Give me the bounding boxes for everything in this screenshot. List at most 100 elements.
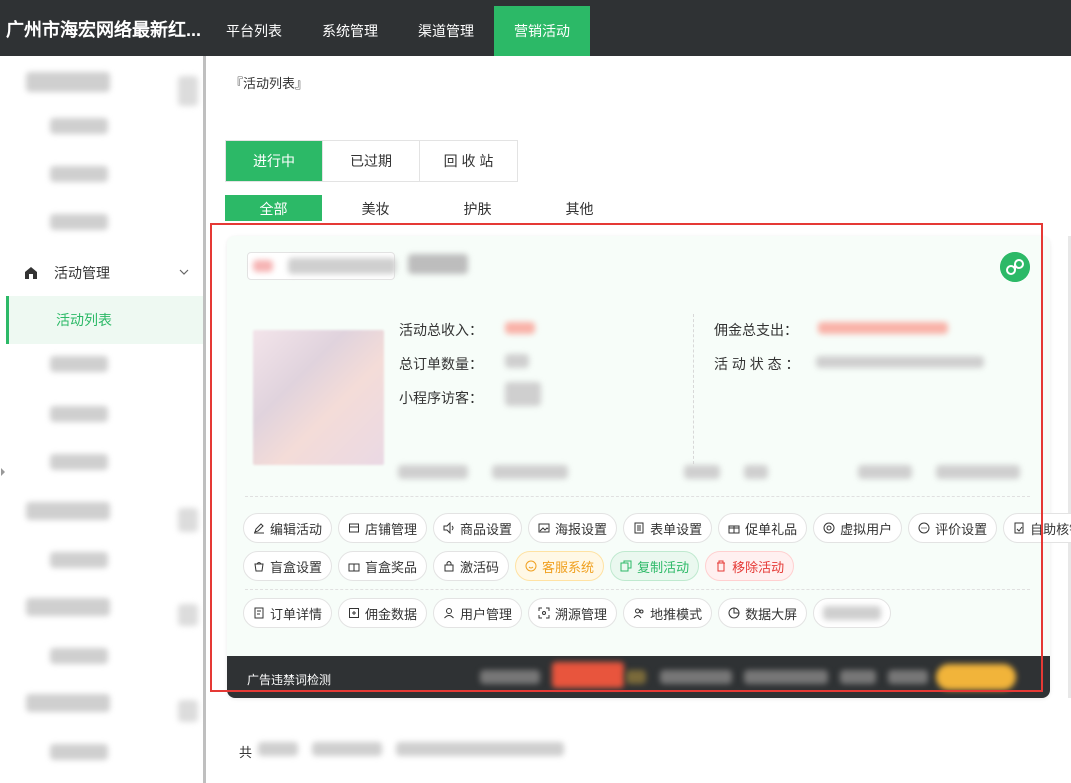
nav-platform-list[interactable]: 平台列表 <box>206 6 302 56</box>
sidebar-item-blurred <box>178 76 198 106</box>
button-label: 客服系统 <box>542 559 595 575</box>
image-icon <box>538 523 550 533</box>
detection-blurred <box>626 670 646 684</box>
store-icon <box>349 523 360 533</box>
form-settings-button[interactable]: 表单设置 <box>623 513 713 543</box>
detection-blurred <box>840 670 876 684</box>
sidebar-item-blurred[interactable] <box>26 694 110 712</box>
button-label: 编辑活动 <box>270 521 323 537</box>
sidebar-item-blurred[interactable] <box>26 598 110 616</box>
sidebar-item-blurred[interactable] <box>50 744 108 760</box>
total-orders-label: 总订单数量： <box>399 356 483 372</box>
action-row-3: 订单详情 佣金数据 用户管理 溯源管理 地推模式 数据大屏 <box>243 598 897 628</box>
sidebar-item-blurred[interactable] <box>50 356 108 372</box>
order-gift-button[interactable]: 促单礼品 <box>718 513 808 543</box>
detection-blurred <box>660 670 732 684</box>
action-row-2: 盲盒设置 盲盒奖品 激活码 客服系统 复制活动 移除活动 <box>243 551 800 581</box>
activity-status-value <box>816 356 984 368</box>
smile-icon <box>525 560 537 572</box>
tab-in-progress[interactable]: 进行中 <box>226 141 323 181</box>
detection-button-blurred[interactable] <box>936 664 1016 690</box>
button-label: 促单礼品 <box>745 521 798 537</box>
edit-icon <box>254 523 264 534</box>
self-verification-button[interactable]: 自助核销 <box>1003 513 1071 543</box>
edit-activity-button[interactable]: 编辑活动 <box>243 513 333 543</box>
total-orders-value <box>505 354 529 368</box>
button-label: 盲盒奖品 <box>365 559 418 575</box>
category-makeup[interactable]: 美妆 <box>327 195 424 221</box>
category-skincare[interactable]: 护肤 <box>429 195 526 221</box>
button-label: 盲盒设置 <box>270 559 323 575</box>
verify-icon <box>1014 522 1024 534</box>
detection-blurred <box>888 670 928 684</box>
order-details-button[interactable]: 订单详情 <box>243 598 333 628</box>
pagination-blurred[interactable] <box>396 742 564 756</box>
copy-icon <box>620 560 632 572</box>
tab-expired[interactable]: 已过期 <box>323 141 420 181</box>
total-revenue-value <box>505 322 535 334</box>
blind-box-settings-button[interactable]: 盲盒设置 <box>243 551 333 581</box>
sidebar-item-blurred[interactable] <box>50 454 108 470</box>
form-icon <box>634 522 644 534</box>
sidebar-item-blurred[interactable] <box>26 72 110 92</box>
sidebar-group-label: 活动管理 <box>54 265 110 281</box>
commission-data-button[interactable]: 佣金数据 <box>338 598 428 628</box>
info-blurred <box>492 465 568 479</box>
breadcrumb-bar: 『活动列表』 <box>206 56 1071 106</box>
product-settings-button[interactable]: 商品设置 <box>433 513 523 543</box>
remove-activity-button[interactable]: 移除活动 <box>705 551 795 581</box>
tab-recycle-bin[interactable]: 回 收 站 <box>420 141 517 181</box>
poster-settings-button[interactable]: 海报设置 <box>528 513 618 543</box>
info-blurred <box>684 465 720 479</box>
activity-thumbnail[interactable] <box>253 330 384 465</box>
sidebar-item-blurred[interactable] <box>50 118 108 134</box>
blurred-action-button[interactable] <box>813 598 892 628</box>
sidebar-item-blurred[interactable] <box>50 214 108 230</box>
traceability-management-button[interactable]: 溯源管理 <box>528 598 618 628</box>
mini-program-icon[interactable] <box>1000 252 1030 282</box>
gift-icon <box>728 525 740 534</box>
category-tabs: 全部 美妆 护肤 其他 <box>225 195 633 221</box>
nav-marketing-activities[interactable]: 营销活动 <box>494 6 590 56</box>
button-label: 地推模式 <box>650 606 703 622</box>
sidebar-item-blurred[interactable] <box>50 552 108 568</box>
commission-icon <box>349 608 360 618</box>
user-management-button[interactable]: 用户管理 <box>433 598 523 628</box>
commission-expense-value <box>818 322 948 334</box>
activity-status-label: 活 动 状 态 ： <box>714 356 800 372</box>
copy-activity-button[interactable]: 复制活动 <box>610 551 700 581</box>
order-icon <box>254 607 264 619</box>
blurred-label <box>823 606 882 620</box>
scan-icon <box>538 607 550 619</box>
button-label: 佣金数据 <box>365 606 418 622</box>
store-management-button[interactable]: 店铺管理 <box>338 513 428 543</box>
category-other[interactable]: 其他 <box>531 195 628 221</box>
nav-channel-management[interactable]: 渠道管理 <box>398 6 494 56</box>
sidebar-item-activity-list[interactable]: 活动列表 <box>6 296 203 344</box>
info-blurred <box>936 465 1020 479</box>
card-divider <box>245 496 1030 497</box>
sidebar-item-blurred[interactable] <box>26 502 110 520</box>
customer-service-button[interactable]: 客服系统 <box>515 551 605 581</box>
sidebar-item-blurred[interactable] <box>50 648 108 664</box>
button-label: 激活码 <box>460 559 500 575</box>
blind-box-prizes-button[interactable]: 盲盒奖品 <box>338 551 428 581</box>
button-label: 海报设置 <box>555 521 608 537</box>
activation-code-button[interactable]: 激活码 <box>433 551 510 581</box>
data-dashboard-button[interactable]: 数据大屏 <box>718 598 808 628</box>
collapse-arrow-icon[interactable] <box>1 468 5 476</box>
review-settings-button[interactable]: 评价设置 <box>908 513 998 543</box>
nav-system-management[interactable]: 系统管理 <box>302 6 398 56</box>
button-label: 移除活动 <box>732 559 785 575</box>
ground-promotion-button[interactable]: 地推模式 <box>623 598 713 628</box>
stats-divider <box>693 314 694 464</box>
sidebar-item-blurred[interactable] <box>50 166 108 182</box>
virtual-users-button[interactable]: 虚拟用户 <box>813 513 903 543</box>
button-label: 复制活动 <box>637 559 690 575</box>
sidebar-group-activity-management[interactable]: 活动管理 <box>24 261 199 285</box>
category-all[interactable]: 全部 <box>225 195 322 221</box>
info-blurred <box>744 465 768 479</box>
mini-program-visitors-label: 小程序访客： <box>399 390 483 406</box>
action-row-1: 编辑活动 店铺管理 商品设置 海报设置 表单设置 促单礼品 虚拟用户 评价设置 … <box>243 513 1071 543</box>
sidebar-item-blurred[interactable] <box>50 406 108 422</box>
